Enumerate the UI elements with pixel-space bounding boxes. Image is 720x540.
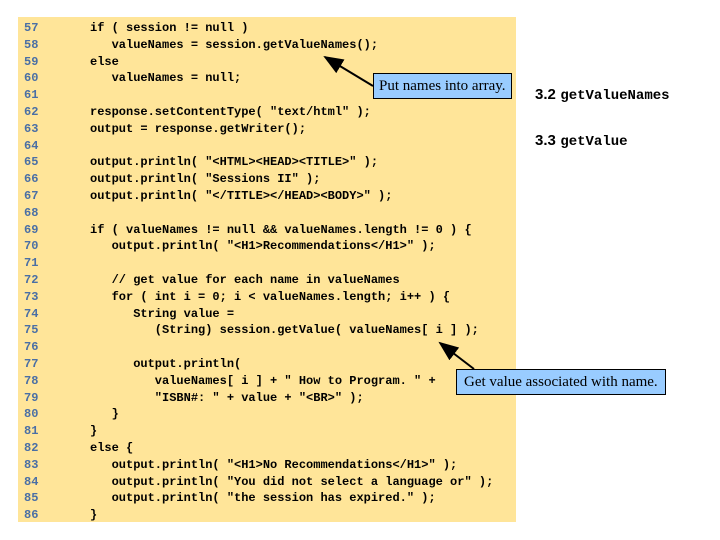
arrow-names (323, 55, 374, 87)
note-number: 3.2 (535, 86, 556, 103)
arrow-value (438, 341, 475, 370)
note-3-3: 3.3 getValue (535, 132, 628, 150)
note-method: getValue (560, 134, 628, 150)
note-3-2: 3.2 getValueNames (535, 86, 670, 104)
note-number: 3.3 (535, 132, 556, 149)
note-method: getValueNames (560, 88, 670, 104)
callout-get-value: Get value associated with name. (456, 369, 666, 395)
callout-arrows (323, 55, 475, 370)
callout-put-names: Put names into array. (373, 73, 512, 99)
